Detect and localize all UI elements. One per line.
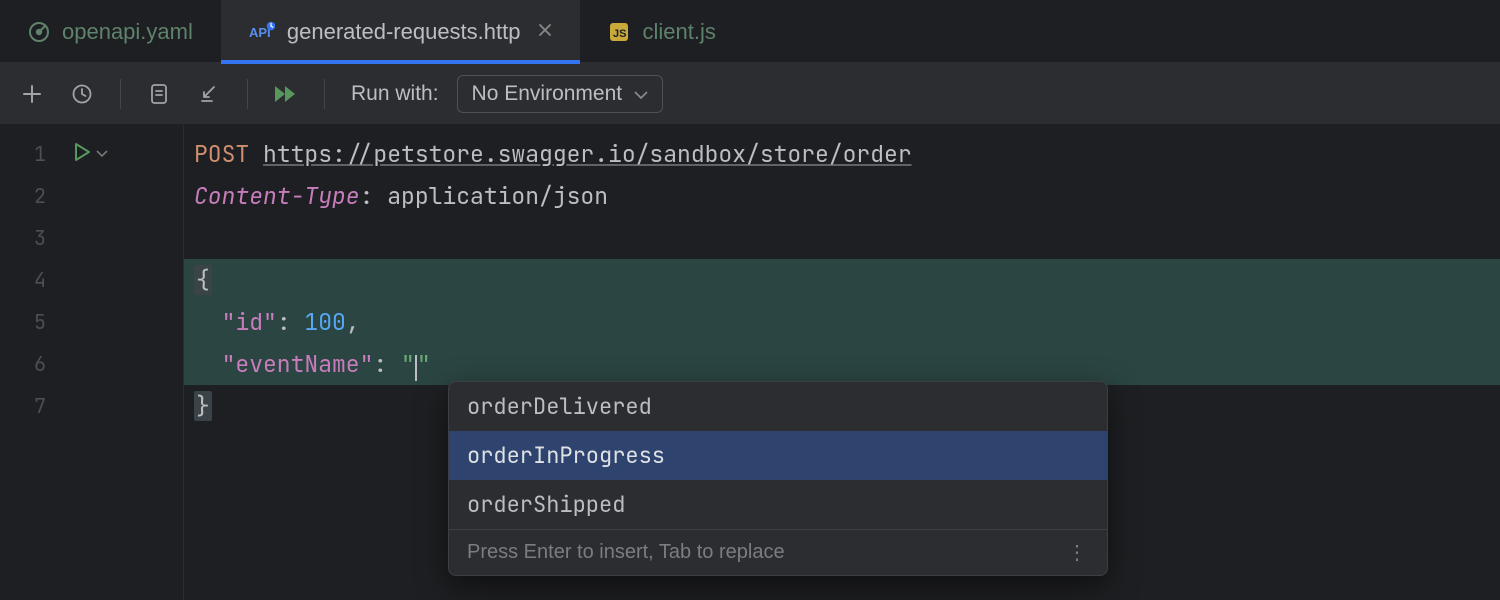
completion-item[interactable]: orderDelivered <box>449 382 1107 431</box>
code-line: Content-Type: application/json <box>184 175 1500 217</box>
json-value: 100 <box>304 307 345 337</box>
run-gutter-icon[interactable] <box>74 141 90 167</box>
json-key: "id" <box>222 307 277 337</box>
completion-item[interactable]: orderShipped <box>449 480 1107 529</box>
code-line: { <box>184 259 1500 301</box>
separator <box>324 79 325 109</box>
header-value: application/json <box>387 181 608 211</box>
chevron-down-icon <box>634 82 648 106</box>
code-area[interactable]: POST https://petstore.swagger.io/sandbox… <box>184 125 1500 600</box>
add-button[interactable] <box>16 78 48 110</box>
environment-value: No Environment <box>472 82 623 106</box>
line-number: 6 <box>0 351 60 377</box>
separator <box>120 79 121 109</box>
history-button[interactable] <box>66 78 98 110</box>
import-button[interactable] <box>193 78 225 110</box>
openapi-icon <box>28 21 50 43</box>
js-icon: JS <box>608 21 630 43</box>
completion-popup: orderDelivered orderInProgress orderShip… <box>448 381 1108 576</box>
editor-toolbar: Run with: No Environment <box>0 63 1500 125</box>
separator <box>247 79 248 109</box>
api-icon: API <box>249 21 275 43</box>
chevron-down-icon[interactable] <box>96 145 108 163</box>
text-cursor <box>415 355 417 381</box>
close-icon[interactable] <box>538 21 552 42</box>
line-number: 1 <box>0 141 60 167</box>
line-number: 2 <box>0 183 60 209</box>
tab-label: openapi.yaml <box>62 19 193 45</box>
run-all-button[interactable] <box>270 78 302 110</box>
environment-select[interactable]: No Environment <box>457 75 664 113</box>
examples-button[interactable] <box>143 78 175 110</box>
header-name: Content-Type <box>194 181 360 211</box>
tab-label: client.js <box>642 19 715 45</box>
code-line: "id": 100, <box>184 301 1500 343</box>
editor-tabbar: openapi.yaml API generated-requests.http… <box>0 0 1500 63</box>
svg-text:JS: JS <box>613 28 626 40</box>
completion-footer: Press Enter to insert, Tab to replace ⋮ <box>449 529 1107 575</box>
completion-hint: Press Enter to insert, Tab to replace <box>467 541 785 564</box>
gutter: 1 2 3 4 5 6 7 <box>0 125 184 600</box>
tab-clientjs[interactable]: JS client.js <box>580 0 743 63</box>
runwith-label: Run with: <box>351 82 439 106</box>
line-number: 4 <box>0 267 60 293</box>
tab-label: generated-requests.http <box>287 19 521 45</box>
code-line: POST https://petstore.swagger.io/sandbox… <box>184 133 1500 175</box>
tab-generated-requests[interactable]: API generated-requests.http <box>221 0 581 63</box>
code-line: "eventName": "" <box>184 343 1500 385</box>
json-key: "eventName" <box>222 349 374 379</box>
tab-openapi[interactable]: openapi.yaml <box>0 0 221 63</box>
completion-item[interactable]: orderInProgress <box>449 431 1107 480</box>
gutter-line: 1 <box>0 133 183 175</box>
more-icon[interactable]: ⋮ <box>1067 540 1089 565</box>
code-line <box>184 217 1500 259</box>
line-number: 3 <box>0 225 60 251</box>
line-number: 7 <box>0 393 60 419</box>
line-number: 5 <box>0 309 60 335</box>
request-url: https://petstore.swagger.io/sandbox/stor… <box>263 139 912 169</box>
http-method: POST <box>194 139 249 169</box>
brace-close: } <box>194 391 212 421</box>
brace-open: { <box>194 265 212 295</box>
editor-area: 1 2 3 4 5 6 7 POST https://petstore.swag… <box>0 125 1500 600</box>
